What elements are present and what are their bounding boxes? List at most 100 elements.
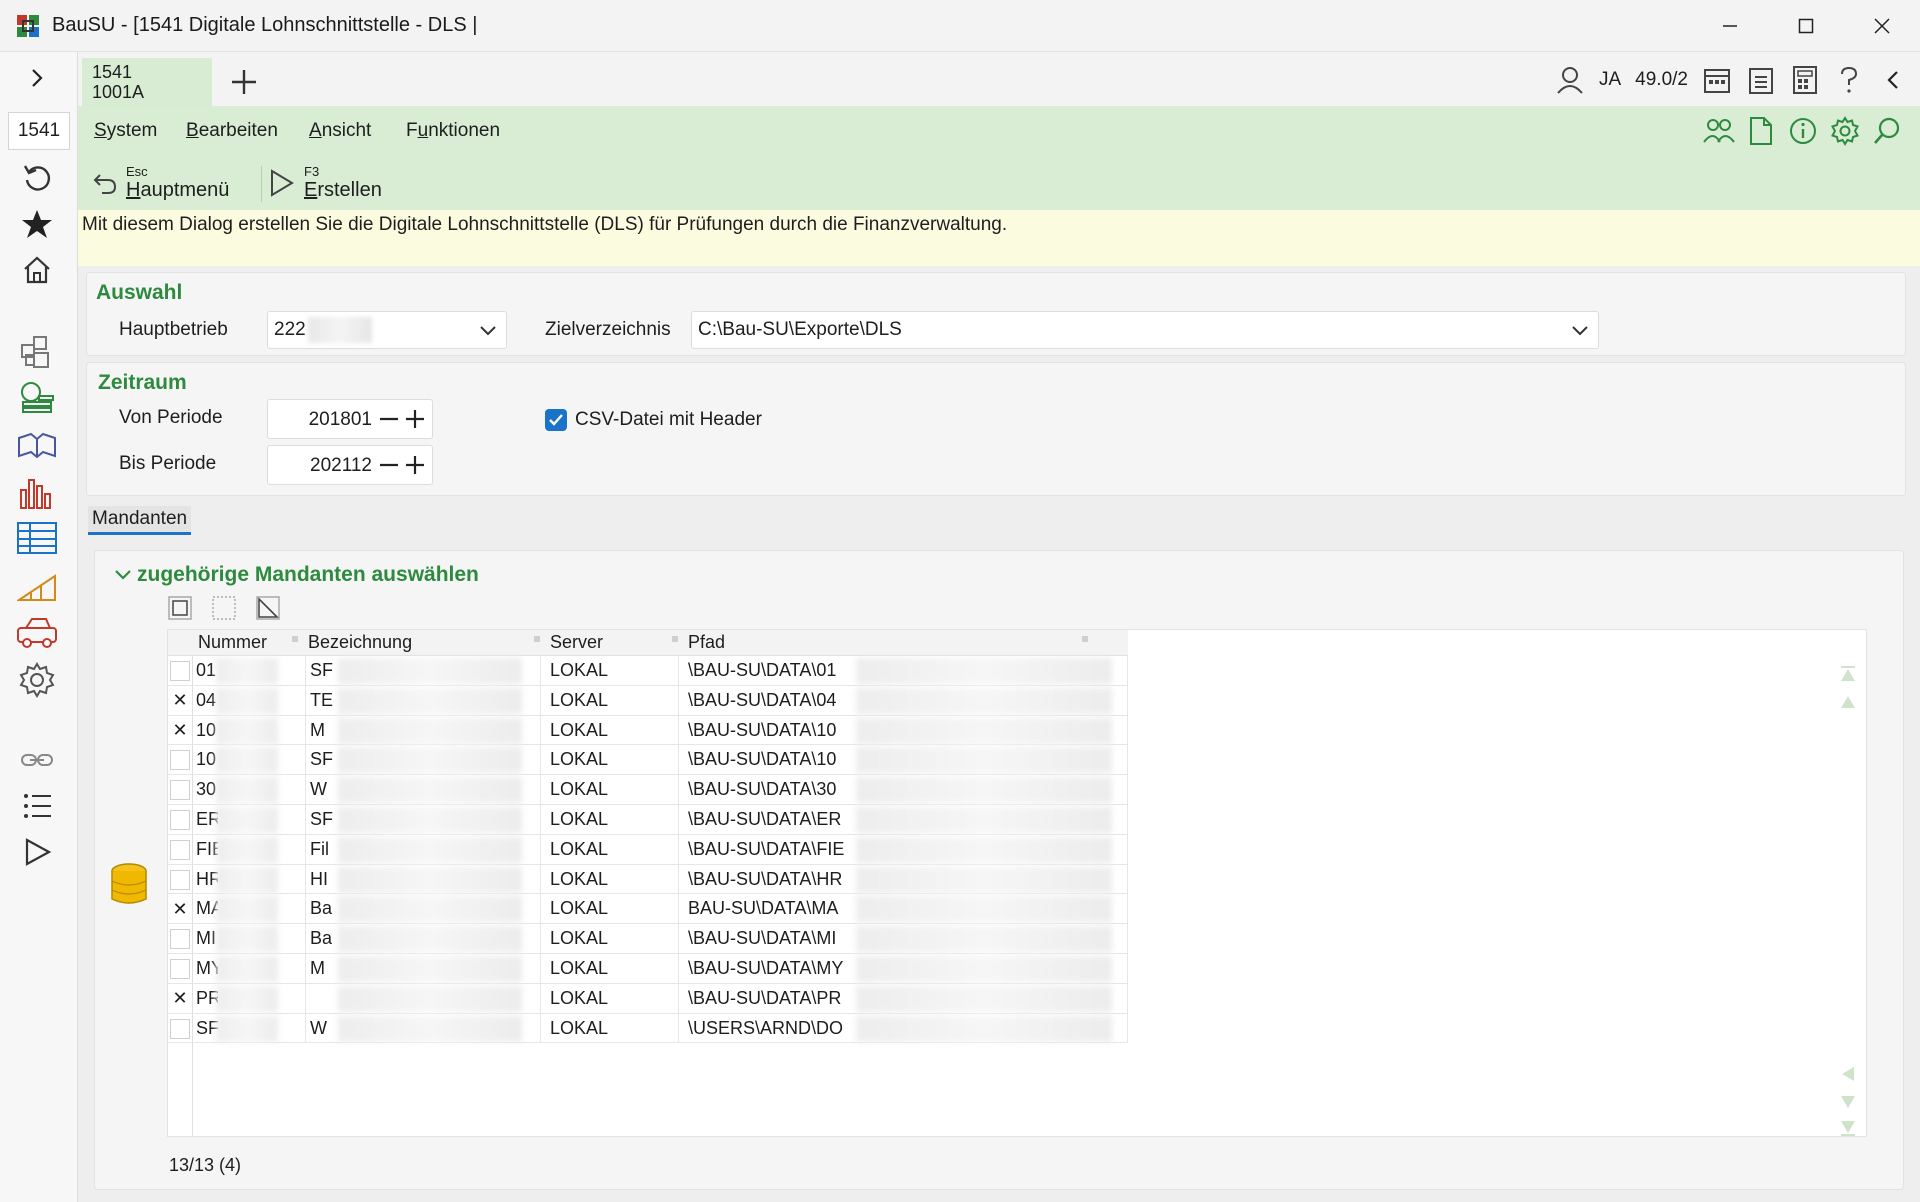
mandanten-table: Nummer Bezeichnung Server Pfad 01 SF LOKAL…: [167, 629, 1867, 1137]
ruler-icon[interactable]: [12, 564, 62, 608]
cell-server: LOKAL: [550, 928, 609, 949]
row-checkbox[interactable]: [170, 780, 190, 801]
von-periode-spinner[interactable]: 201801: [267, 399, 433, 439]
calendar-icon[interactable]: [1698, 61, 1736, 99]
row-checkbox[interactable]: [170, 750, 190, 771]
refresh-icon[interactable]: [12, 156, 62, 200]
menu-system[interactable]: System: [94, 120, 157, 142]
col-resize-handle[interactable]: [292, 636, 298, 642]
options-gear-icon[interactable]: [1826, 112, 1864, 150]
csv-header-label[interactable]: CSV-Datei mit Header: [575, 409, 762, 431]
schedule-icon[interactable]: [12, 516, 62, 560]
help-icon[interactable]: [1830, 61, 1868, 99]
list-icon[interactable]: [12, 784, 62, 828]
collapse-chevron-icon[interactable]: [113, 565, 133, 585]
bis-periode-spinner[interactable]: 202112: [267, 445, 433, 485]
table-row[interactable]: HR HI LOKAL \BAU-SU\DATA\HR: [168, 864, 1128, 895]
col-resize-handle[interactable]: [672, 636, 678, 642]
favorites-star-icon[interactable]: [12, 202, 62, 246]
scroll-left-icon[interactable]: [1838, 1064, 1858, 1084]
col-resize-handle[interactable]: [534, 636, 540, 642]
invert-selection-icon[interactable]: [253, 593, 283, 623]
row-checkbox[interactable]: ✕: [170, 988, 190, 1009]
modules-icon[interactable]: [12, 330, 62, 374]
table-row[interactable]: ✕ MA Ba LOKAL BAU-SU\DATA\MA: [168, 894, 1128, 925]
collapse-panel-icon[interactable]: [1874, 61, 1912, 99]
row-checkbox[interactable]: [170, 869, 190, 890]
menu-ansicht[interactable]: Ansicht: [309, 120, 371, 142]
expand-sidebar-icon[interactable]: [12, 56, 62, 100]
run-play-icon[interactable]: [12, 830, 62, 874]
new-tab-plus-icon[interactable]: [224, 64, 264, 100]
minus-icon[interactable]: [378, 408, 400, 430]
cell-server: LOKAL: [550, 808, 609, 829]
book-icon[interactable]: [12, 424, 62, 468]
menu-funktionen[interactable]: Funktionen: [406, 120, 500, 142]
row-checkbox[interactable]: [170, 839, 190, 860]
search-icon[interactable]: [1868, 112, 1906, 150]
vehicle-icon[interactable]: [12, 610, 62, 654]
minus-icon[interactable]: [378, 454, 400, 476]
table-row[interactable]: ✕ 04 TE LOKAL \BAU-SU\DATA\04: [168, 685, 1128, 716]
settings-gear-icon[interactable]: [12, 658, 62, 702]
cell-bezeichnung: SF: [310, 808, 334, 829]
table-body: 01 SF LOKAL \BAU-SU\DATA\01 ✕ 04 TE LOKAL \BAU-S…: [168, 656, 1128, 1044]
main-menu-button[interactable]: Esc Hauptmenü: [92, 160, 229, 206]
col-server[interactable]: Server: [550, 632, 603, 653]
finance-icon[interactable]: [12, 376, 62, 420]
table-row[interactable]: 01 SF LOKAL \BAU-SU\DATA\01: [168, 656, 1128, 686]
col-nummer[interactable]: Nummer: [198, 632, 267, 653]
row-checkbox[interactable]: ✕: [170, 690, 190, 711]
select-all-icon[interactable]: [165, 593, 195, 623]
zielverzeichnis-select[interactable]: C:\Bau-SU\Exporte\DLS: [691, 311, 1599, 349]
row-checkbox[interactable]: [170, 809, 190, 830]
menu-bearbeiten[interactable]: Bearbeiten: [186, 120, 278, 142]
table-row[interactable]: FIE Fil LOKAL \BAU-SU\DATA\FIE: [168, 834, 1128, 865]
csv-header-checkbox[interactable]: [545, 409, 567, 431]
redacted-cell: [338, 1015, 522, 1042]
home-icon[interactable]: [12, 248, 62, 292]
table-row[interactable]: MY M LOKAL \BAU-SU\DATA\MY: [168, 953, 1128, 984]
user-icon[interactable]: [1551, 61, 1589, 99]
hauptbetrieb-select[interactable]: 222: [267, 311, 507, 349]
row-checkbox[interactable]: [170, 1018, 190, 1039]
col-pfad[interactable]: Pfad: [688, 632, 725, 653]
scroll-up-icon[interactable]: [1838, 692, 1858, 712]
scroll-bottom-icon[interactable]: [1838, 1118, 1858, 1138]
info-icon[interactable]: [1784, 112, 1822, 150]
table-row[interactable]: MI Ba LOKAL \BAU-SU\DATA\MI: [168, 924, 1128, 954]
maximize-button[interactable]: [1768, 0, 1844, 52]
scroll-top-icon[interactable]: [1838, 664, 1858, 684]
users-icon[interactable]: [1700, 112, 1738, 150]
minimize-button[interactable]: [1692, 0, 1768, 52]
link-icon[interactable]: [12, 738, 62, 782]
table-row[interactable]: 10 SF LOKAL \BAU-SU\DATA\10: [168, 745, 1128, 776]
calculator-icon[interactable]: [1786, 61, 1824, 99]
sidebar-code-field[interactable]: 1541: [8, 112, 70, 150]
select-none-icon[interactable]: [209, 593, 239, 623]
table-row[interactable]: ✕ PR LOKAL \BAU-SU\DATA\PR: [168, 983, 1128, 1014]
scroll-down-icon[interactable]: [1838, 1092, 1858, 1112]
row-checkbox[interactable]: ✕: [170, 720, 190, 741]
plus-icon[interactable]: [404, 454, 426, 476]
cell-pfad: \BAU-SU\DATA\FIE: [688, 838, 845, 859]
table-row[interactable]: ✕ 10 M LOKAL \BAU-SU\DATA\10: [168, 715, 1128, 746]
table-row[interactable]: ER SF LOKAL \BAU-SU\DATA\ER: [168, 804, 1128, 835]
clipboard-icon[interactable]: [1742, 61, 1780, 99]
row-checkbox[interactable]: [170, 661, 190, 681]
col-resize-handle[interactable]: [1082, 636, 1088, 642]
statistics-icon[interactable]: [12, 470, 62, 514]
redacted-cell: [216, 866, 278, 893]
close-button[interactable]: [1844, 0, 1920, 52]
document-icon[interactable]: [1742, 112, 1780, 150]
plus-icon[interactable]: [404, 408, 426, 430]
row-checkbox[interactable]: ✕: [170, 899, 190, 919]
table-row[interactable]: SF W LOKAL \USERS\ARND\DO: [168, 1013, 1128, 1044]
table-row[interactable]: 30 W LOKAL \BAU-SU\DATA\30: [168, 775, 1128, 805]
document-tab[interactable]: 1541 1001A: [82, 58, 212, 106]
row-checkbox[interactable]: [170, 958, 190, 979]
create-button[interactable]: F3 Erstellen: [268, 160, 382, 206]
col-bezeichnung[interactable]: Bezeichnung: [308, 632, 412, 653]
tab-mandanten[interactable]: Mandanten: [88, 506, 192, 535]
row-checkbox[interactable]: [170, 929, 190, 950]
